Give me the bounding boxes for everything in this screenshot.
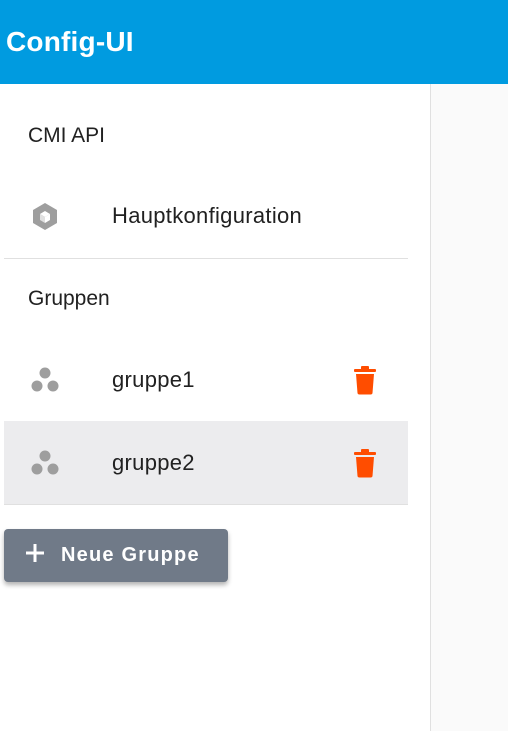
app-bar: Config-UI (0, 0, 508, 84)
divider (4, 258, 408, 259)
main-content (431, 84, 508, 731)
sidebar: CMI API Hauptkonfiguration Gruppen grupp… (0, 84, 431, 731)
cube-icon (29, 200, 61, 232)
app-title: Config-UI (6, 26, 134, 57)
trash-icon (354, 366, 376, 395)
group-icon (29, 364, 61, 396)
add-group-button[interactable]: Neue Gruppe (4, 529, 228, 582)
add-group-label: Neue Gruppe (61, 544, 200, 566)
sidebar-item-gruppe2[interactable]: gruppe2 (4, 421, 408, 505)
delete-gruppe1-button[interactable] (350, 363, 380, 397)
sidebar-item-label: gruppe2 (112, 449, 195, 475)
delete-gruppe2-button[interactable] (350, 446, 380, 480)
section-header-gruppen: Gruppen (28, 287, 110, 310)
group-icon (29, 447, 61, 479)
section-header-cmi-api: CMI API (28, 124, 106, 147)
sidebar-item-label: gruppe1 (112, 367, 195, 392)
plus-icon (24, 542, 46, 564)
sidebar-item-label: Hauptkonfiguration (112, 203, 303, 228)
sidebar-item-hauptkonfiguration[interactable]: Hauptkonfiguration (4, 174, 408, 258)
sidebar-item-gruppe1[interactable]: gruppe1 (4, 338, 408, 422)
trash-icon (354, 448, 376, 477)
